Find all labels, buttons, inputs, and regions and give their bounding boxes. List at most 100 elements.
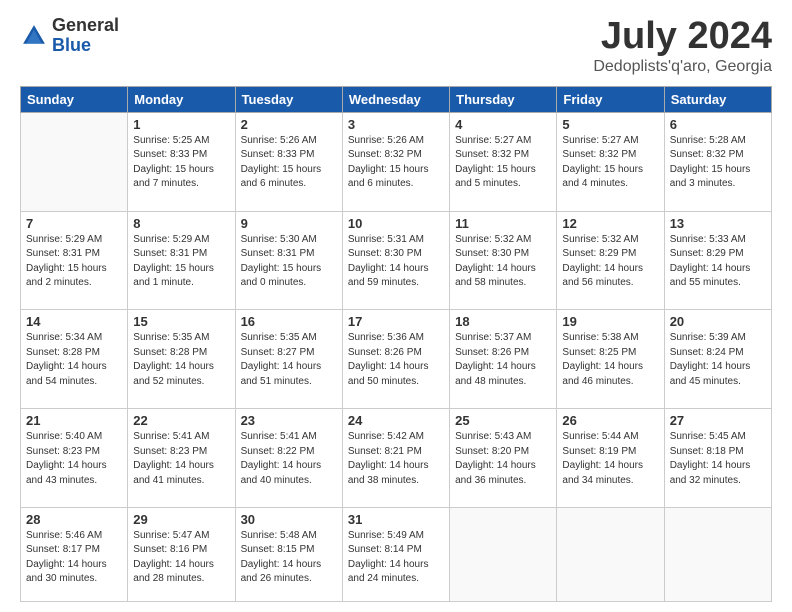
day-number: 25 (455, 413, 551, 428)
day-number: 7 (26, 216, 122, 231)
calendar-cell: 21Sunrise: 5:40 AM Sunset: 8:23 PM Dayli… (21, 409, 128, 508)
day-info: Sunrise: 5:29 AM Sunset: 8:31 PM Dayligh… (26, 233, 122, 291)
day-number: 13 (670, 216, 766, 231)
main-title: July 2024 (593, 16, 772, 58)
day-info: Sunrise: 5:26 AM Sunset: 8:33 PM Dayligh… (241, 134, 337, 192)
day-number: 18 (455, 314, 551, 329)
day-info: Sunrise: 5:33 AM Sunset: 8:29 PM Dayligh… (670, 233, 766, 291)
day-number: 10 (348, 216, 444, 231)
day-number: 23 (241, 413, 337, 428)
day-number: 14 (26, 314, 122, 329)
day-number: 9 (241, 216, 337, 231)
logo-blue: Blue (52, 36, 119, 56)
calendar-week-row: 1 Sunrise: 5:25 AM Sunset: 8:33 PM Daylig… (21, 112, 772, 211)
calendar-cell: 11 Sunrise: 5:32 AM Sunset: 8:30 PM Dayli… (450, 211, 557, 310)
day-number: 3 (348, 117, 444, 132)
calendar-cell: 25 Sunrise: 5:43 AM Sunset: 8:20 PM Dayli… (450, 409, 557, 508)
day-info: Sunrise: 5:42 AM Sunset: 8:21 PM Dayligh… (348, 430, 444, 488)
calendar-header-row: SundayMondayTuesdayWednesdayThursdayFrid… (21, 86, 772, 112)
day-number: 26 (562, 413, 658, 428)
weekday-header: Thursday (450, 86, 557, 112)
weekday-header: Wednesday (342, 86, 449, 112)
calendar-cell: 20 Sunrise: 5:39 AM Sunset: 8:24 PM Dayli… (664, 310, 771, 409)
calendar-cell (450, 507, 557, 601)
calendar-cell: 5 Sunrise: 5:27 AM Sunset: 8:32 PM Daylig… (557, 112, 664, 211)
calendar-cell: 8 Sunrise: 5:29 AM Sunset: 8:31 PM Daylig… (128, 211, 235, 310)
day-info: Sunrise: 5:32 AM Sunset: 8:29 PM Dayligh… (562, 233, 658, 291)
day-number: 11 (455, 216, 551, 231)
weekday-header: Monday (128, 86, 235, 112)
day-info: Sunrise: 5:27 AM Sunset: 8:32 PM Dayligh… (562, 134, 658, 192)
weekday-header: Saturday (664, 86, 771, 112)
calendar-cell: 31 Sunrise: 5:49 AM Sunset: 8:14 PM Dayli… (342, 507, 449, 601)
calendar-cell: 4Sunrise: 5:27 AM Sunset: 8:32 PM Daylig… (450, 112, 557, 211)
day-info: Sunrise: 5:41 AM Sunset: 8:22 PM Dayligh… (241, 430, 337, 488)
day-info: Sunrise: 5:27 AM Sunset: 8:32 PM Dayligh… (455, 134, 551, 192)
day-number: 31 (348, 512, 444, 527)
day-info: Sunrise: 5:43 AM Sunset: 8:20 PM Dayligh… (455, 430, 551, 488)
day-number: 22 (133, 413, 229, 428)
day-info: Sunrise: 5:35 AM Sunset: 8:28 PM Dayligh… (133, 331, 229, 389)
day-info: Sunrise: 5:28 AM Sunset: 8:32 PM Dayligh… (670, 134, 766, 192)
logo-icon (20, 22, 48, 50)
calendar-cell: 27Sunrise: 5:45 AM Sunset: 8:18 PM Dayli… (664, 409, 771, 508)
calendar-cell: 3 Sunrise: 5:26 AM Sunset: 8:32 PM Daylig… (342, 112, 449, 211)
calendar-cell: 7 Sunrise: 5:29 AM Sunset: 8:31 PM Daylig… (21, 211, 128, 310)
calendar-cell: 14Sunrise: 5:34 AM Sunset: 8:28 PM Dayli… (21, 310, 128, 409)
calendar-cell: 23 Sunrise: 5:41 AM Sunset: 8:22 PM Dayli… (235, 409, 342, 508)
calendar-cell: 29Sunrise: 5:47 AM Sunset: 8:16 PM Dayli… (128, 507, 235, 601)
subtitle: Dedoplists'q'aro, Georgia (593, 58, 772, 76)
calendar-cell: 16Sunrise: 5:35 AM Sunset: 8:27 PM Dayli… (235, 310, 342, 409)
header: General Blue July 2024 Dedoplists'q'aro,… (20, 16, 772, 76)
day-info: Sunrise: 5:38 AM Sunset: 8:25 PM Dayligh… (562, 331, 658, 389)
logo-general: General (52, 16, 119, 36)
day-info: Sunrise: 5:49 AM Sunset: 8:14 PM Dayligh… (348, 529, 444, 587)
calendar-week-row: 28 Sunrise: 5:46 AM Sunset: 8:17 PM Dayli… (21, 507, 772, 601)
day-number: 29 (133, 512, 229, 527)
day-number: 17 (348, 314, 444, 329)
calendar-cell (557, 507, 664, 601)
calendar-week-row: 7 Sunrise: 5:29 AM Sunset: 8:31 PM Daylig… (21, 211, 772, 310)
day-number: 6 (670, 117, 766, 132)
page: General Blue July 2024 Dedoplists'q'aro,… (0, 0, 792, 612)
day-number: 12 (562, 216, 658, 231)
calendar-cell: 19 Sunrise: 5:38 AM Sunset: 8:25 PM Dayli… (557, 310, 664, 409)
day-info: Sunrise: 5:25 AM Sunset: 8:33 PM Dayligh… (133, 134, 229, 192)
day-number: 28 (26, 512, 122, 527)
day-number: 24 (348, 413, 444, 428)
weekday-header: Sunday (21, 86, 128, 112)
calendar-cell: 13 Sunrise: 5:33 AM Sunset: 8:29 PM Dayli… (664, 211, 771, 310)
day-info: Sunrise: 5:46 AM Sunset: 8:17 PM Dayligh… (26, 529, 122, 587)
weekday-header: Friday (557, 86, 664, 112)
day-info: Sunrise: 5:36 AM Sunset: 8:26 PM Dayligh… (348, 331, 444, 389)
calendar-cell: 28 Sunrise: 5:46 AM Sunset: 8:17 PM Dayli… (21, 507, 128, 601)
day-number: 30 (241, 512, 337, 527)
calendar-cell: 24 Sunrise: 5:42 AM Sunset: 8:21 PM Dayli… (342, 409, 449, 508)
calendar-cell: 18Sunrise: 5:37 AM Sunset: 8:26 PM Dayli… (450, 310, 557, 409)
calendar-cell (664, 507, 771, 601)
day-number: 19 (562, 314, 658, 329)
day-info: Sunrise: 5:31 AM Sunset: 8:30 PM Dayligh… (348, 233, 444, 291)
calendar-cell: 22Sunrise: 5:41 AM Sunset: 8:23 PM Dayli… (128, 409, 235, 508)
day-info: Sunrise: 5:48 AM Sunset: 8:15 PM Dayligh… (241, 529, 337, 587)
day-number: 8 (133, 216, 229, 231)
day-number: 5 (562, 117, 658, 132)
calendar-cell: 10 Sunrise: 5:31 AM Sunset: 8:30 PM Dayli… (342, 211, 449, 310)
calendar-cell (21, 112, 128, 211)
logo-text: General Blue (52, 16, 119, 56)
day-info: Sunrise: 5:32 AM Sunset: 8:30 PM Dayligh… (455, 233, 551, 291)
day-number: 20 (670, 314, 766, 329)
day-number: 2 (241, 117, 337, 132)
calendar-week-row: 21Sunrise: 5:40 AM Sunset: 8:23 PM Dayli… (21, 409, 772, 508)
day-number: 15 (133, 314, 229, 329)
calendar-cell: 2 Sunrise: 5:26 AM Sunset: 8:33 PM Daylig… (235, 112, 342, 211)
calendar-cell: 26Sunrise: 5:44 AM Sunset: 8:19 PM Dayli… (557, 409, 664, 508)
calendar-cell: 12 Sunrise: 5:32 AM Sunset: 8:29 PM Dayli… (557, 211, 664, 310)
calendar-week-row: 14Sunrise: 5:34 AM Sunset: 8:28 PM Dayli… (21, 310, 772, 409)
day-info: Sunrise: 5:26 AM Sunset: 8:32 PM Dayligh… (348, 134, 444, 192)
day-number: 1 (133, 117, 229, 132)
day-info: Sunrise: 5:40 AM Sunset: 8:23 PM Dayligh… (26, 430, 122, 488)
day-info: Sunrise: 5:29 AM Sunset: 8:31 PM Dayligh… (133, 233, 229, 291)
day-info: Sunrise: 5:39 AM Sunset: 8:24 PM Dayligh… (670, 331, 766, 389)
weekday-header: Tuesday (235, 86, 342, 112)
